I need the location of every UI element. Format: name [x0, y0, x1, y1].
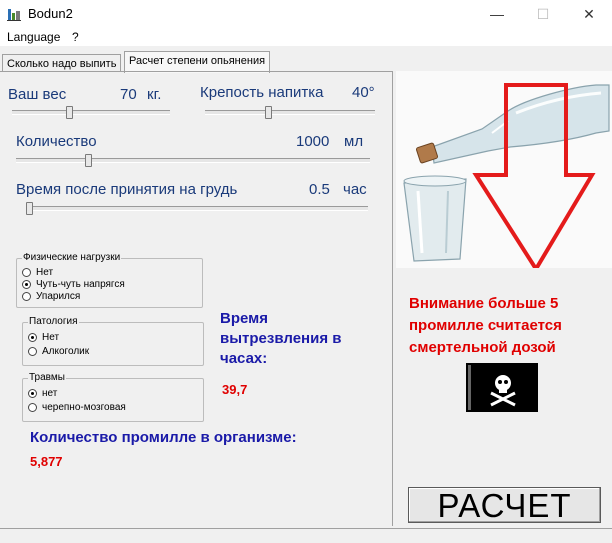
radio-icon[interactable]: [22, 268, 31, 277]
radio-physical-none[interactable]: Нет: [22, 267, 53, 279]
physical-load-group: Физические нагрузки Нет Чуть-чуть напряг…: [16, 252, 203, 308]
pathology-group: Патология Нет Алкоголик: [22, 316, 204, 366]
menu-bar: Language ?: [0, 28, 612, 46]
weight-value: 70: [120, 86, 137, 103]
amount-slider-thumb[interactable]: [85, 154, 92, 167]
strength-slider-track[interactable]: [205, 110, 375, 115]
pathology-title: Патология: [28, 316, 79, 327]
strength-value: 40°: [352, 84, 375, 101]
amount-slider-track[interactable]: [16, 158, 370, 163]
bottle-glass-icon: [403, 83, 610, 273]
time-slider-thumb[interactable]: [26, 202, 33, 215]
status-bar: [0, 528, 612, 543]
maximize-button[interactable]: ☐: [520, 0, 566, 28]
weight-slider-thumb[interactable]: [66, 106, 73, 119]
bottle-glass-image: [396, 71, 612, 273]
time-label: Время после принятия на грудь: [16, 181, 238, 198]
weight-unit: кг.: [147, 86, 162, 103]
calculate-button[interactable]: РАСЧЕТ: [408, 487, 601, 524]
sober-time-heading-2: вытрезвления в: [220, 330, 342, 347]
radio-icon[interactable]: [22, 280, 31, 289]
amount-value: 1000: [296, 133, 330, 150]
pirate-flag-icon: [466, 363, 538, 412]
radio-icon[interactable]: [28, 403, 37, 412]
injury-title: Травмы: [28, 372, 66, 383]
physical-load-title: Физические нагрузки: [22, 252, 122, 263]
tab-intoxication[interactable]: Расчет степени опьянения: [124, 51, 271, 73]
radio-pathology-alcoholic[interactable]: Алкоголик: [28, 346, 89, 358]
sober-time-value: 39,7: [222, 382, 248, 397]
radio-physical-light[interactable]: Чуть-чуть напрягся: [22, 279, 125, 291]
time-slider-track[interactable]: [26, 206, 368, 211]
warning-text: Внимание больше 5 промилле считается сме…: [409, 295, 562, 356]
sober-time-heading-3: часах:: [220, 350, 268, 367]
weight-label: Ваш вес: [8, 86, 67, 103]
radio-pathology-none[interactable]: Нет: [28, 332, 59, 344]
radio-icon[interactable]: [28, 333, 37, 342]
strength-label: Крепость напитка: [200, 84, 324, 101]
strength-slider-thumb[interactable]: [265, 106, 272, 119]
promille-value: 5,877: [30, 454, 63, 469]
minimize-button[interactable]: —: [474, 0, 520, 28]
close-button[interactable]: ✕: [566, 0, 612, 28]
weight-slider-track[interactable]: [12, 110, 170, 115]
radio-injury-none[interactable]: нет: [28, 388, 57, 400]
radio-injury-head[interactable]: черепно-мозговая: [28, 402, 126, 414]
promille-heading: Количество промилле в организме:: [30, 429, 297, 446]
amount-unit: мл: [344, 133, 364, 150]
amount-label: Количество: [16, 133, 97, 150]
window-title: Bodun2: [28, 6, 73, 21]
sober-time-heading-1: Время: [220, 310, 268, 327]
app-icon: [7, 9, 21, 21]
title-bar: Bodun2 — ☐ ✕: [0, 0, 612, 28]
tab-divider: [0, 71, 392, 72]
menu-language[interactable]: Language: [7, 30, 60, 44]
tab-how-much[interactable]: Сколько надо выпить: [2, 54, 122, 72]
radio-icon[interactable]: [22, 292, 31, 301]
radio-physical-heavy[interactable]: Упарился: [22, 291, 80, 303]
menu-help[interactable]: ?: [72, 30, 79, 44]
radio-icon[interactable]: [28, 389, 37, 398]
injury-group: Травмы нет черепно-мозговая: [22, 372, 204, 422]
time-value: 0.5: [309, 181, 330, 198]
radio-icon[interactable]: [28, 347, 37, 356]
time-unit: час: [343, 181, 367, 198]
